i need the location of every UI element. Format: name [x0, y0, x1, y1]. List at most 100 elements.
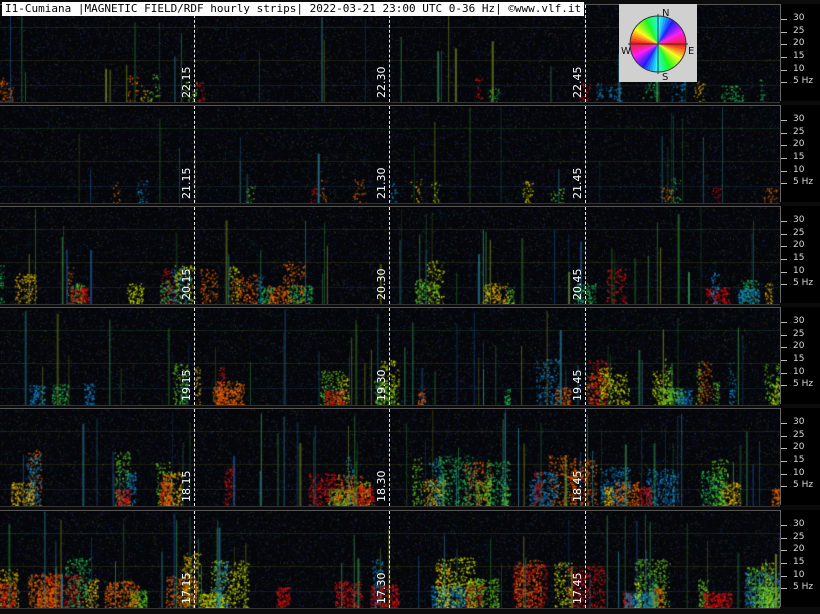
scale-label: 10 — [793, 569, 805, 580]
frequency-scale: 30 25 20 15 10 5 Hz — [780, 408, 820, 505]
scale-tick — [781, 563, 787, 565]
frequency-scale: 30 25 20 15 10 5 Hz — [780, 206, 820, 303]
quarter-hour-marker — [194, 308, 195, 405]
spectrogram-image — [0, 511, 780, 608]
time-label: 20.45 — [571, 268, 584, 301]
scale-tick — [781, 19, 787, 21]
scale-label: 25 — [793, 227, 805, 238]
scale-label: 5 Hz — [793, 480, 814, 491]
quarter-hour-marker — [389, 511, 390, 608]
time-label: 18.15 — [180, 470, 193, 503]
quarter-hour-marker — [585, 207, 586, 304]
quarter-hour-marker — [194, 511, 195, 608]
scale-tick — [781, 486, 787, 488]
scale-tick — [781, 284, 787, 286]
scale-tick — [781, 246, 787, 248]
frequency-scale: 30 25 20 15 10 5 Hz — [780, 105, 820, 202]
scale-label: 15 — [793, 51, 805, 62]
time-label: 22.45 — [571, 66, 584, 99]
scale-tick — [781, 271, 787, 273]
frequency-scale: 30 25 20 15 10 5 Hz — [780, 307, 820, 404]
compass-south-label: S — [662, 72, 668, 82]
scale-label: 15 — [793, 557, 805, 568]
spectrogram-strip: 18.15 18.30 18.45 — [0, 408, 780, 507]
scale-label: 20 — [793, 442, 805, 453]
scale-tick — [781, 259, 787, 261]
scale-tick — [781, 461, 787, 463]
quarter-hour-marker — [389, 409, 390, 506]
scale-label: 15 — [793, 253, 805, 264]
scale-label: 5 Hz — [793, 76, 814, 87]
scale-tick — [781, 183, 787, 185]
spectrogram-strip: 17.15 17.30 17.45 — [0, 510, 780, 609]
scale-tick — [781, 132, 787, 134]
spectrogram-image — [0, 308, 780, 405]
compass-west-label: W — [621, 46, 631, 57]
scale-tick — [781, 372, 787, 374]
spectrogram-strip: 19.15 19.30 19.45 — [0, 307, 780, 406]
scale-label: 10 — [793, 467, 805, 478]
scale-label: 15 — [793, 455, 805, 466]
time-label: 21.45 — [571, 167, 584, 200]
scale-tick — [781, 347, 787, 349]
scale-tick — [781, 69, 787, 71]
scale-tick — [781, 170, 787, 172]
scale-label: 30 — [793, 215, 805, 226]
quarter-hour-marker — [585, 308, 586, 405]
scale-tick — [781, 575, 787, 577]
scale-label: 5 Hz — [793, 278, 814, 289]
spectrogram-strip: 20.15 20.30 20.45 — [0, 206, 780, 305]
time-label: 17.15 — [180, 572, 193, 605]
scale-tick — [781, 473, 787, 475]
scale-tick — [781, 334, 787, 336]
quarter-hour-marker — [389, 308, 390, 405]
scale-label: 10 — [793, 63, 805, 74]
scale-label: 25 — [793, 328, 805, 339]
spectrogram-image — [0, 409, 780, 506]
page-title: I1-Cumiana |MAGNETIC FIELD/RDF hourly st… — [2, 2, 585, 16]
scale-tick — [781, 525, 787, 527]
quarter-hour-marker — [194, 409, 195, 506]
scale-tick — [781, 322, 787, 324]
scale-label: 15 — [793, 152, 805, 163]
scale-label: 10 — [793, 164, 805, 175]
scale-tick — [781, 145, 787, 147]
scale-label: 15 — [793, 354, 805, 365]
scale-label: 30 — [793, 114, 805, 125]
time-label: 20.15 — [180, 268, 193, 301]
time-label: 17.30 — [375, 572, 388, 605]
scale-tick — [781, 537, 787, 539]
scale-label: 5 Hz — [793, 177, 814, 188]
scale-label: 30 — [793, 519, 805, 530]
scale-tick — [781, 158, 787, 160]
scale-tick — [781, 57, 787, 59]
spectrogram-strip: 21.15 21.30 21.45 — [0, 105, 780, 204]
quarter-hour-marker — [194, 5, 195, 102]
frequency-scale: 30 25 20 15 10 5 Hz — [780, 510, 820, 607]
time-label: 21.15 — [180, 167, 193, 200]
quarter-hour-marker — [389, 207, 390, 304]
scale-tick — [781, 385, 787, 387]
scale-label: 10 — [793, 265, 805, 276]
scale-tick — [781, 233, 787, 235]
quarter-hour-marker — [585, 106, 586, 203]
scale-tick — [781, 550, 787, 552]
scale-label: 20 — [793, 38, 805, 49]
scale-tick — [781, 44, 787, 46]
scale-tick — [781, 423, 787, 425]
scale-tick — [781, 588, 787, 590]
scale-label: 25 — [793, 126, 805, 137]
compass-north-label: N — [662, 8, 669, 19]
scale-tick — [781, 82, 787, 84]
scale-label: 20 — [793, 139, 805, 150]
time-label: 17.45 — [571, 572, 584, 605]
time-label: 20.30 — [375, 268, 388, 301]
time-label: 18.45 — [571, 470, 584, 503]
scale-label: 5 Hz — [793, 379, 814, 390]
scale-tick — [781, 360, 787, 362]
spectrogram-image — [0, 207, 780, 304]
time-label: 19.15 — [180, 369, 193, 402]
scale-tick — [781, 221, 787, 223]
scale-label: 20 — [793, 544, 805, 555]
scale-label: 20 — [793, 240, 805, 251]
